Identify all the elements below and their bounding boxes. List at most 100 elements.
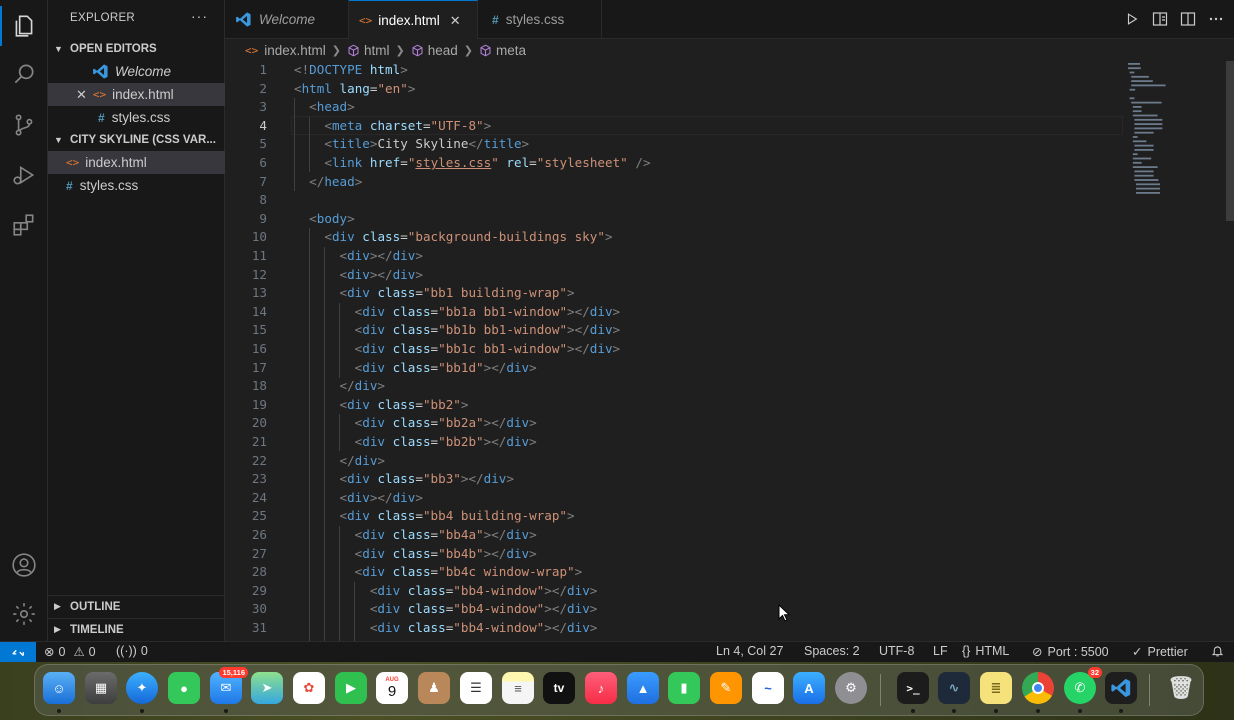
more-actions-icon[interactable]: ··· xyxy=(191,8,208,24)
music-icon[interactable]: ♪ xyxy=(585,672,617,704)
project-folder-section[interactable]: ▼ CITY SKYLINE (CSS VAR... xyxy=(48,129,225,151)
accounts-icon[interactable] xyxy=(0,541,48,589)
terminal-icon[interactable]: >_ xyxy=(897,672,929,713)
close-icon[interactable]: ✕ xyxy=(76,87,87,103)
apple-tv-icon[interactable]: tv xyxy=(543,672,575,704)
language-mode[interactable]: {} HTML xyxy=(962,644,1009,658)
maps-icon[interactable]: ➤ xyxy=(251,672,283,704)
chrome-icon[interactable] xyxy=(1022,672,1054,713)
port-label: Port : 5500 xyxy=(1047,644,1109,659)
minimap-line xyxy=(1136,192,1160,194)
live-server-port[interactable]: ⊘ Port : 5500 xyxy=(1032,644,1109,660)
outline-section[interactable]: ▶ OUTLINE xyxy=(48,595,225,617)
vertical-scrollbar[interactable] xyxy=(1226,61,1234,221)
stickies-icon[interactable]: ≣ xyxy=(980,672,1012,713)
open-editor-styles-css[interactable]: # styles.css xyxy=(48,106,225,129)
line-number: 11 xyxy=(251,248,267,263)
line-number: 24 xyxy=(251,489,267,505)
code-text: <div class="bb1a bb1-window"></div> xyxy=(354,303,621,319)
tab-styles-css[interactable]: # styles.css xyxy=(478,0,602,39)
breadcrumb: <> index.html ❯ html ❯ head ❯ meta xyxy=(225,39,1234,61)
tab-welcome[interactable]: Welcome xyxy=(225,0,349,39)
code-text: <div></div> xyxy=(339,489,423,505)
cursor-position[interactable]: Ln 4, Col 27 xyxy=(716,644,783,658)
photos-icon[interactable]: ✿ xyxy=(293,672,325,704)
open-editor-index-html[interactable]: ✕ <> index.html xyxy=(48,83,225,106)
numbers-icon[interactable]: ▮ xyxy=(668,672,700,704)
settings-gear-icon[interactable] xyxy=(0,590,48,638)
minimap[interactable] xyxy=(1126,61,1196,211)
line-number: 27 xyxy=(251,545,267,561)
system-settings-icon[interactable]: ⚙ xyxy=(835,672,867,704)
encoding[interactable]: UTF-8 xyxy=(879,644,914,658)
breadcrumb-head[interactable]: head xyxy=(411,43,458,58)
keynote-icon[interactable]: ▲ xyxy=(627,672,659,704)
editor-actions xyxy=(1124,10,1224,28)
finder-icon[interactable]: ☺ xyxy=(43,672,75,713)
file-styles-css[interactable]: # styles.css xyxy=(48,174,225,197)
css-file-icon: # xyxy=(98,110,105,125)
run-icon[interactable] xyxy=(1124,10,1140,28)
launchpad-icon[interactable]: ▦ xyxy=(85,672,117,704)
code-text: <div class="bb4-window"></div> xyxy=(369,601,598,617)
line-number: 19 xyxy=(251,396,267,412)
indentation[interactable]: Spaces: 2 xyxy=(804,644,860,658)
open-editors-section[interactable]: ▼ OPEN EDITORS xyxy=(48,38,225,60)
line-ending[interactable]: LF xyxy=(933,644,948,658)
minimap-line xyxy=(1128,63,1140,65)
symbol-element-icon xyxy=(412,44,423,56)
prettier-status[interactable]: ✓ Prettier xyxy=(1132,644,1188,660)
safari-icon[interactable]: ✦ xyxy=(126,672,158,713)
whatsapp-icon[interactable]: ✆ 32 xyxy=(1064,667,1102,713)
minimap-line xyxy=(1132,153,1138,156)
line-number: 5 xyxy=(259,136,267,152)
open-preview-icon[interactable] xyxy=(1152,10,1168,28)
line-number: 22 xyxy=(251,452,267,468)
notes-icon[interactable]: ≡ xyxy=(502,672,534,704)
remote-indicator[interactable] xyxy=(0,642,36,663)
file-index-html[interactable]: <> index.html xyxy=(48,151,225,174)
trash-icon[interactable]: 🗑 xyxy=(1165,672,1197,704)
vscode-dock-icon[interactable] xyxy=(1105,672,1137,713)
tab-index-html[interactable]: <> index.html ✕ xyxy=(349,0,478,40)
extensions-icon[interactable] xyxy=(0,201,48,249)
explorer-icon[interactable] xyxy=(0,2,48,50)
code-text: <div class="bb2a"></div> xyxy=(354,415,537,431)
facetime-icon[interactable]: ▶ xyxy=(335,672,367,704)
warning-icon: ⚠ xyxy=(73,645,85,659)
freeform-icon[interactable]: ~ xyxy=(752,672,784,704)
messages-icon[interactable]: ● xyxy=(168,672,200,704)
line-number: 29 xyxy=(251,582,267,598)
minimap-line xyxy=(1134,123,1163,125)
block-icon: ⊘ xyxy=(1032,645,1043,659)
line-number: 16 xyxy=(251,341,267,356)
pages-icon[interactable]: ✎ xyxy=(710,672,742,704)
code-text: <div class="background-buildings sky"> xyxy=(324,229,613,245)
breadcrumb-file[interactable]: <> index.html xyxy=(245,43,326,58)
open-editor-welcome[interactable]: Welcome xyxy=(48,60,225,83)
ports-indicator[interactable]: ((·)) 0 xyxy=(116,644,148,658)
source-control-icon[interactable] xyxy=(0,101,48,149)
breadcrumb-meta[interactable]: meta xyxy=(479,43,526,58)
split-editor-icon[interactable] xyxy=(1180,10,1196,28)
reminders-icon[interactable]: ☰ xyxy=(460,672,492,704)
breadcrumb-label: index.html xyxy=(264,42,326,58)
more-actions-icon[interactable] xyxy=(1208,10,1224,28)
search-icon[interactable] xyxy=(0,50,48,98)
breadcrumb-html[interactable]: html xyxy=(347,43,390,58)
activity-monitor-icon[interactable]: ∿ xyxy=(938,672,970,713)
line-number: 18 xyxy=(251,378,267,394)
code-line: 6 <link href="styles.css" rel="styleshee… xyxy=(225,154,1225,173)
timeline-section[interactable]: ▶ TIMELINE xyxy=(48,618,225,640)
run-debug-icon[interactable] xyxy=(0,151,48,199)
app-store-icon[interactable]: A xyxy=(793,672,825,704)
macos-dock: ☺ ▦ ✦ ● ✉ 15,116 ➤ ✿ ▶ AUG 9 ♟ ☰ ≡ tv ♪ ▲… xyxy=(34,664,1204,716)
calendar-icon[interactable]: AUG 9 xyxy=(376,672,408,704)
bell-icon[interactable] xyxy=(1211,644,1224,658)
code-editor[interactable]: 1 <!DOCTYPE html> 2 <html lang="en"> 3 <head… xyxy=(225,61,1234,641)
problems-indicator[interactable]: ⊗ 0 ⚠ 0 xyxy=(44,644,96,660)
mail-icon[interactable]: ✉ 15,116 xyxy=(210,667,248,713)
close-tab-icon[interactable]: ✕ xyxy=(450,13,461,29)
css-file-icon: # xyxy=(492,12,499,27)
contacts-icon[interactable]: ♟ xyxy=(418,672,450,704)
